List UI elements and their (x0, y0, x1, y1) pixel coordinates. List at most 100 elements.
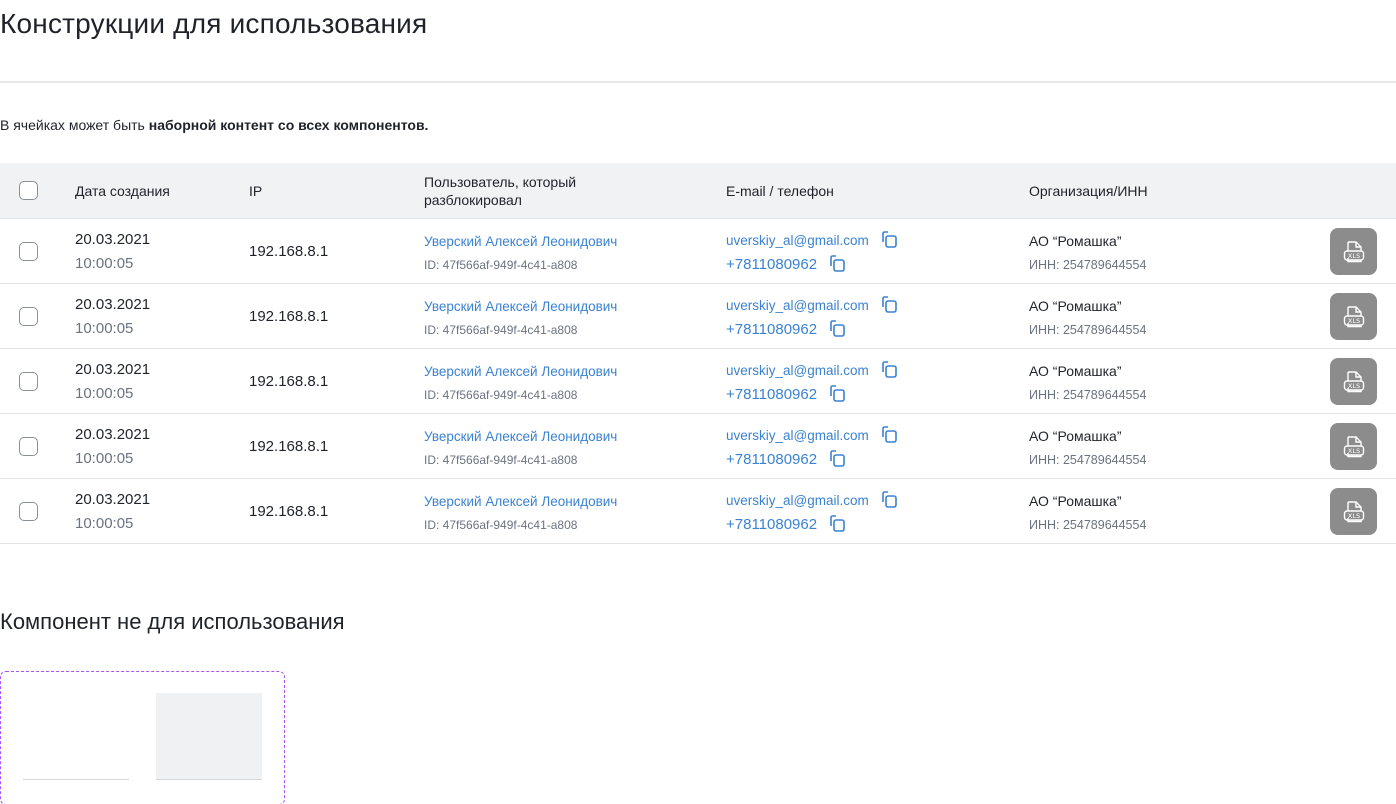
email-cell: uverskiy_al@gmail.com (726, 230, 899, 250)
org-inn: ИНН: 254789644554 (1029, 453, 1147, 467)
header-org[interactable]: Организация/ИНН (1029, 182, 1148, 200)
org-inn: ИНН: 254789644554 (1029, 323, 1147, 337)
org-name: АО “Ромашка” (1029, 493, 1122, 509)
table-header: Дата создания IP Пользователь, который р… (0, 163, 1396, 219)
phone-link[interactable]: +7811080962 (726, 256, 817, 273)
header-ip[interactable]: IP (249, 182, 262, 200)
email-cell: uverskiy_al@gmail.com (726, 425, 899, 445)
email-link[interactable]: uverskiy_al@gmail.com (726, 298, 869, 313)
user-id: ID: 47f566af-949f-4c41-a808 (424, 258, 578, 272)
row-date: 20.03.2021 (75, 361, 151, 378)
row-ip: 192.168.8.1 (249, 243, 329, 260)
phone-cell: +7811080962 (726, 254, 847, 274)
email-cell: uverskiy_al@gmail.com (726, 490, 899, 510)
row-ip: 192.168.8.1 (249, 373, 329, 390)
table-row: 20.03.2021 10:00:05 192.168.8.1 Уверский… (0, 479, 1396, 544)
org-inn: ИНН: 254789644554 (1029, 518, 1147, 532)
xls-file-icon: XLS (1343, 500, 1364, 522)
svg-text:XLS: XLS (1347, 252, 1359, 260)
user-id: ID: 47f566af-949f-4c41-a808 (424, 388, 578, 402)
export-xls-button[interactable]: XLS (1330, 488, 1377, 535)
header-contact[interactable]: E-mail / телефон (726, 182, 834, 200)
phone-link[interactable]: +7811080962 (726, 386, 817, 403)
select-all-checkbox[interactable] (19, 181, 38, 200)
row-time: 10:00:05 (75, 255, 134, 272)
row-ip: 192.168.8.1 (249, 308, 329, 325)
placeholder-underline (23, 779, 129, 780)
org-name: АО “Ромашка” (1029, 428, 1122, 444)
intro-text: В ячейках может быть наборной контент со… (0, 117, 428, 133)
row-checkbox[interactable] (19, 502, 38, 521)
copy-icon[interactable] (827, 384, 847, 404)
copy-icon[interactable] (827, 514, 847, 534)
unused-component-frame (0, 671, 285, 804)
table-row: 20.03.2021 10:00:05 192.168.8.1 Уверский… (0, 414, 1396, 479)
placeholder-block (156, 693, 262, 780)
table-row: 20.03.2021 10:00:05 192.168.8.1 Уверский… (0, 284, 1396, 349)
export-xls-button[interactable]: XLS (1330, 228, 1377, 275)
title-divider (0, 81, 1396, 83)
user-link[interactable]: Уверский Алексей Леонидович (424, 494, 617, 509)
copy-icon[interactable] (827, 449, 847, 469)
user-link[interactable]: Уверский Алексей Леонидович (424, 299, 617, 314)
xls-file-icon: XLS (1343, 435, 1364, 457)
table-row: 20.03.2021 10:00:05 192.168.8.1 Уверский… (0, 349, 1396, 414)
row-date: 20.03.2021 (75, 231, 151, 248)
intro-bold: наборной контент со всех компонентов. (148, 117, 429, 133)
export-xls-button[interactable]: XLS (1330, 358, 1377, 405)
org-name: АО “Ромашка” (1029, 298, 1122, 314)
email-link[interactable]: uverskiy_al@gmail.com (726, 428, 869, 443)
email-link[interactable]: uverskiy_al@gmail.com (726, 493, 869, 508)
svg-text:XLS: XLS (1347, 447, 1359, 455)
user-link[interactable]: Уверский Алексей Леонидович (424, 234, 617, 249)
email-link[interactable]: uverskiy_al@gmail.com (726, 363, 869, 378)
phone-cell: +7811080962 (726, 384, 847, 404)
row-date: 20.03.2021 (75, 296, 151, 313)
copy-icon[interactable] (879, 295, 899, 315)
row-time: 10:00:05 (75, 450, 134, 467)
row-checkbox[interactable] (19, 437, 38, 456)
section-title: Компонент не для использования (0, 609, 345, 634)
copy-icon[interactable] (879, 490, 899, 510)
header-user[interactable]: Пользователь, который разблокировал (424, 173, 576, 209)
intro-prefix: В ячейках может быть (0, 117, 149, 133)
copy-icon[interactable] (827, 319, 847, 339)
copy-icon[interactable] (827, 254, 847, 274)
row-checkbox[interactable] (19, 242, 38, 261)
copy-icon[interactable] (879, 425, 899, 445)
user-link[interactable]: Уверский Алексей Леонидович (424, 364, 617, 379)
header-user-line1: Пользователь, который (424, 174, 577, 190)
xls-file-icon: XLS (1343, 240, 1364, 262)
row-time: 10:00:05 (75, 320, 134, 337)
user-link[interactable]: Уверский Алексей Леонидович (424, 429, 617, 444)
phone-cell: +7811080962 (726, 514, 847, 534)
phone-cell: +7811080962 (726, 449, 847, 469)
export-xls-button[interactable]: XLS (1330, 423, 1377, 470)
email-cell: uverskiy_al@gmail.com (726, 295, 899, 315)
row-date: 20.03.2021 (75, 491, 151, 508)
row-date: 20.03.2021 (75, 426, 151, 443)
org-inn: ИНН: 254789644554 (1029, 258, 1147, 272)
phone-cell: +7811080962 (726, 319, 847, 339)
copy-icon[interactable] (879, 360, 899, 380)
phone-link[interactable]: +7811080962 (726, 321, 817, 338)
header-date[interactable]: Дата создания (75, 182, 170, 200)
xls-file-icon: XLS (1343, 370, 1364, 392)
phone-link[interactable]: +7811080962 (726, 451, 817, 468)
copy-icon[interactable] (879, 230, 899, 250)
org-inn: ИНН: 254789644554 (1029, 388, 1147, 402)
phone-link[interactable]: +7811080962 (726, 516, 817, 533)
table-row: 20.03.2021 10:00:05 192.168.8.1 Уверский… (0, 219, 1396, 284)
header-user-line2: разблокировал (424, 192, 522, 208)
page-title: Конструкции для использования (0, 8, 428, 39)
row-checkbox[interactable] (19, 372, 38, 391)
table-body: 20.03.2021 10:00:05 192.168.8.1 Уверский… (0, 219, 1396, 544)
row-checkbox[interactable] (19, 307, 38, 326)
export-xls-button[interactable]: XLS (1330, 293, 1377, 340)
user-id: ID: 47f566af-949f-4c41-a808 (424, 518, 578, 532)
row-time: 10:00:05 (75, 385, 134, 402)
row-ip: 192.168.8.1 (249, 503, 329, 520)
email-link[interactable]: uverskiy_al@gmail.com (726, 233, 869, 248)
row-ip: 192.168.8.1 (249, 438, 329, 455)
email-cell: uverskiy_al@gmail.com (726, 360, 899, 380)
